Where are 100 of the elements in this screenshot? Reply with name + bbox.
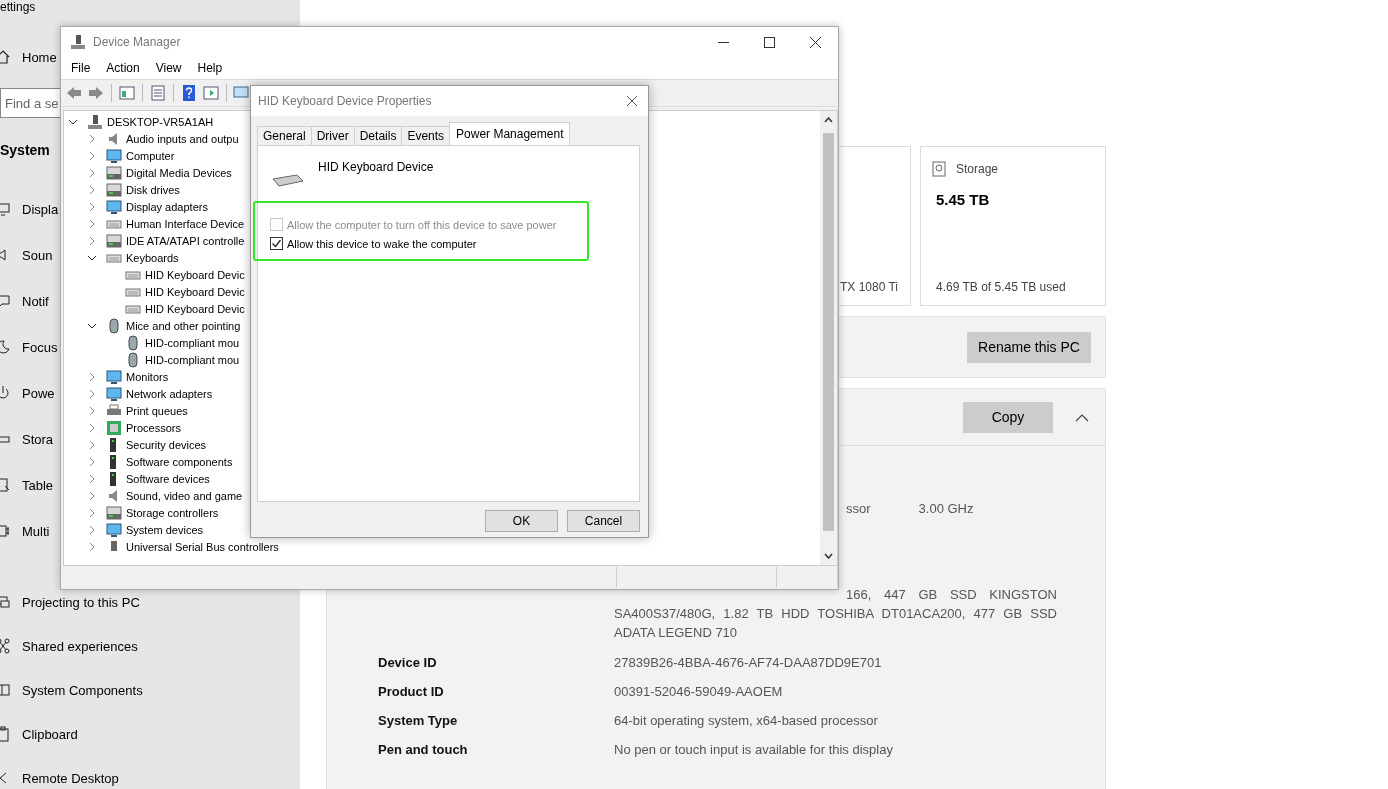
tree-item[interactable]: HID Keyboard Devic	[145, 268, 245, 281]
tree-item[interactable]: Software devices	[126, 472, 210, 485]
chevron-right-icon[interactable]	[87, 167, 97, 178]
menu-item[interactable]: Help	[189, 61, 231, 75]
card-detail: TX 1080 Ti	[840, 280, 899, 295]
monitor-icon	[106, 147, 122, 164]
scroll-down-icon[interactable]	[824, 553, 833, 559]
checked-checkbox[interactable]	[270, 237, 283, 250]
tree-item[interactable]: Network adapters	[126, 387, 213, 400]
window-icon[interactable]	[202, 84, 220, 102]
spec-label: System Type	[378, 712, 459, 728]
tree-item[interactable]: Software components	[126, 455, 233, 468]
chevron-right-icon[interactable]	[87, 507, 97, 518]
chevron-right-icon[interactable]	[87, 184, 97, 195]
nav-item[interactable]: System Components	[22, 682, 143, 698]
nav-item[interactable]: Clipboard	[22, 726, 78, 742]
tree-item[interactable]: HID-compliant mou	[145, 336, 240, 349]
spec-value: 64-bit operating system, x64-based processor	[614, 712, 878, 728]
chevron-right-icon[interactable]	[87, 218, 97, 229]
spec-label: Product ID	[378, 683, 445, 699]
tree-item[interactable]: Mice and other pointing	[126, 319, 241, 332]
computer-tower-icon	[69, 33, 87, 51]
tree-item[interactable]: HID-compliant mou	[145, 353, 240, 366]
tree-item[interactable]: HID Keyboard Devic	[145, 302, 245, 315]
tree-item[interactable]: Storage controllers	[126, 506, 219, 519]
tree-item[interactable]: Print queues	[126, 404, 188, 417]
tree-item[interactable]: Processors	[126, 421, 182, 434]
computer-icon	[87, 113, 103, 130]
nav-item[interactable]: Table	[22, 477, 54, 493]
ok-button[interactable]: OK	[485, 510, 558, 532]
nav-item[interactable]: Stora	[22, 431, 54, 447]
copy-button[interactable]: Copy	[963, 401, 1053, 433]
nav-item[interactable]: Home	[22, 49, 57, 65]
chevron-right-icon[interactable]	[87, 541, 97, 552]
tree-item[interactable]: Keyboards	[126, 251, 179, 264]
chevron-right-icon[interactable]	[87, 439, 97, 450]
home-icon	[0, 49, 10, 65]
card-value: 5.45 TB	[936, 191, 991, 208]
menu-item[interactable]: File	[63, 61, 99, 75]
tab[interactable]: Power Management	[449, 122, 571, 145]
tree-item[interactable]: HID Keyboard Devic	[145, 285, 245, 298]
forward-arrow-icon[interactable]	[87, 84, 105, 102]
nav-item[interactable]: Displa	[22, 201, 59, 217]
chevron-up-icon[interactable]	[1075, 412, 1089, 422]
rename-button[interactable]: Rename this PC	[967, 331, 1091, 363]
tree-item[interactable]: Universal Serial Bus controllers	[126, 540, 279, 553]
document-icon[interactable]	[149, 84, 167, 102]
chevron-right-icon[interactable]	[87, 235, 97, 246]
drive-icon	[106, 504, 122, 521]
tree-item[interactable]: Disk drives	[126, 183, 180, 196]
nav-item[interactable]: Focus	[22, 339, 58, 355]
scroll-up-icon[interactable]	[824, 117, 833, 123]
maximize-icon	[763, 36, 775, 48]
chevron-right-icon[interactable]	[87, 422, 97, 433]
tree-item[interactable]: Sound, video and game	[126, 489, 243, 502]
tree-item[interactable]: Human Interface Device	[126, 217, 244, 230]
tree-item[interactable]: Digital Media Devices	[126, 166, 232, 179]
scrollbar[interactable]	[820, 111, 837, 565]
nav-item[interactable]: Powe	[22, 385, 55, 401]
chevron-right-icon[interactable]	[87, 133, 97, 144]
tab[interactable]: General	[257, 126, 312, 145]
chevron-right-icon[interactable]	[87, 150, 97, 161]
device-name: HID Keyboard Device	[318, 160, 434, 174]
tree-item[interactable]: Monitors	[126, 370, 169, 383]
chevron-right-icon[interactable]	[87, 456, 97, 467]
nav-item[interactable]: Notif	[22, 293, 49, 309]
nav-item[interactable]: Multi	[22, 523, 50, 539]
window-icon[interactable]	[118, 84, 136, 102]
tree-item[interactable]: Audio inputs and outpu	[126, 132, 239, 145]
tree-item[interactable]: DESKTOP-VR5A1AH	[107, 115, 214, 128]
chevron-right-icon[interactable]	[87, 371, 97, 382]
drive-icon	[106, 232, 122, 249]
checkbox-label[interactable]: Allow this device to wake the computer	[287, 237, 477, 250]
nav-item[interactable]: Soun	[22, 247, 53, 263]
chevron-right-icon[interactable]	[87, 524, 97, 535]
nodes-icon	[0, 638, 10, 654]
chevron-right-icon[interactable]	[87, 201, 97, 212]
menu-item[interactable]: Action	[98, 61, 148, 75]
close-icon[interactable]	[626, 95, 638, 107]
nav-item[interactable]: Shared experiences	[22, 638, 138, 654]
monitor-icon	[106, 368, 122, 385]
tree-item[interactable]: Security devices	[126, 438, 207, 451]
back-arrow-icon[interactable]	[65, 84, 83, 102]
chevron-right-icon[interactable]	[87, 388, 97, 399]
chevron-right-icon[interactable]	[87, 473, 97, 484]
menu-item[interactable]: View	[147, 61, 190, 75]
checkbox-label: Allow the computer to turn off this device to save power	[287, 218, 557, 231]
tree-item[interactable]: System devices	[126, 523, 204, 536]
tree-item[interactable]: Display adapters	[126, 200, 208, 213]
help-icon[interactable]	[180, 84, 198, 102]
nav-item[interactable]: Remote Desktop	[22, 770, 119, 786]
nav-item[interactable]: Projecting to this PC	[22, 594, 140, 610]
tree-item[interactable]: Computer	[126, 149, 175, 162]
dialog-title: HID Keyboard Device Properties	[258, 94, 433, 108]
cancel-button[interactable]: Cancel	[567, 510, 640, 532]
chevron-right-icon[interactable]	[87, 405, 97, 416]
chevron-right-icon[interactable]	[87, 490, 97, 501]
window-title: ettings	[0, 0, 36, 14]
monitor-icon	[106, 521, 122, 538]
tree-item[interactable]: IDE ATA/ATAPI controlle	[126, 234, 245, 247]
